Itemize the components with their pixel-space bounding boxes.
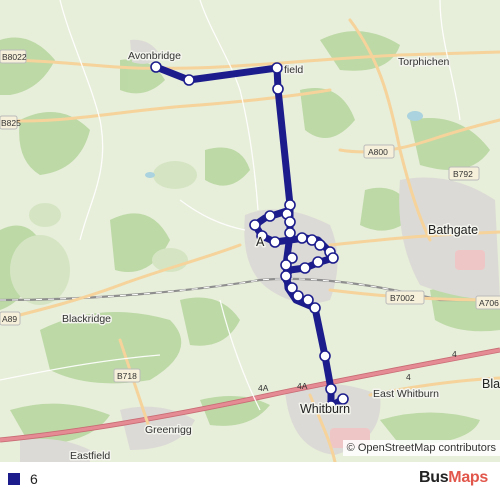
road-shield: B825 [0,115,21,130]
map-attribution[interactable]: © OpenStreetMap contributors [342,440,500,456]
svg-text:B8022: B8022 [2,52,27,62]
place-label-blackridge: Blackridge [62,313,111,325]
map[interactable]: B8022 B825 A800 B792 B7002 A706 A89 B718… [0,0,500,462]
route-label: 6 [30,471,38,487]
svg-text:B7002: B7002 [390,293,415,303]
road-label-4a: 4A [258,383,269,393]
bus-stop-marker[interactable] [284,216,296,228]
bus-stop-marker[interactable] [271,62,283,74]
place-label-partial: Bla [482,377,500,391]
bus-stop-marker[interactable] [183,74,195,86]
bus-stop-marker[interactable] [269,236,281,248]
place-label-bathgate: Bathgate [428,223,478,237]
busmaps-logo[interactable]: BusMaps [419,469,488,487]
bus-stop-marker[interactable] [327,252,339,264]
road-shield: B7002 [385,290,425,305]
map-canvas[interactable]: B8022 B825 A800 B792 B7002 A706 A89 B718… [0,0,500,462]
svg-text:B825: B825 [1,118,21,128]
bus-stop-marker[interactable] [296,232,308,244]
road-shield: B8022 [0,49,27,64]
bus-stop-marker[interactable] [312,256,324,268]
bus-stop-marker[interactable] [309,302,321,314]
bus-stop-marker[interactable] [272,83,284,95]
svg-text:A706: A706 [479,298,499,308]
bus-stop-marker[interactable] [319,350,331,362]
place-label-east-whitburn: East Whitburn [373,388,439,400]
place-label-partial-armadale: A [256,235,265,249]
place-label-eastfield: Eastfield [70,450,110,462]
bus-stop-marker[interactable] [280,259,292,271]
logo-part-maps: Maps [448,469,488,486]
bus-stop-marker[interactable] [280,270,292,282]
bus-stop-marker[interactable] [150,61,162,73]
road-label-4: 4 [406,372,411,382]
bus-stop-marker[interactable] [249,219,261,231]
road-shield: A89 [0,311,21,326]
place-label-greenrigg: Greenrigg [145,424,192,436]
place-label-torphichen: Torphichen [398,56,450,68]
svg-text:A89: A89 [2,314,17,324]
bus-stop-marker[interactable] [292,290,304,302]
road-label-4a: 4A [297,381,308,391]
bus-stop-marker[interactable] [264,210,276,222]
road-shield: B792 [448,166,480,181]
road-shield: A706 [475,295,500,310]
attribution-link[interactable]: OpenStreetMap contributors [358,442,496,454]
copyright-symbol: © [346,442,355,454]
place-label-avonbridge: Avonbridge [128,50,181,62]
place-label-whitburn: Whitburn [300,402,350,416]
road-shield: B718 [113,368,141,383]
place-label-field: field [284,64,303,76]
road-shield: A800 [363,144,395,159]
logo-part-bus: Bus [418,469,449,486]
route-color-swatch [8,473,20,485]
svg-text:B792: B792 [453,169,473,179]
bus-stop-marker[interactable] [284,227,296,239]
bus-stop-marker[interactable] [325,383,337,395]
svg-text:A800: A800 [368,147,388,157]
svg-text:B718: B718 [117,371,137,381]
road-label-4: 4 [452,349,457,359]
bus-stop-marker[interactable] [299,262,311,274]
bus-stop-marker[interactable] [314,239,326,251]
